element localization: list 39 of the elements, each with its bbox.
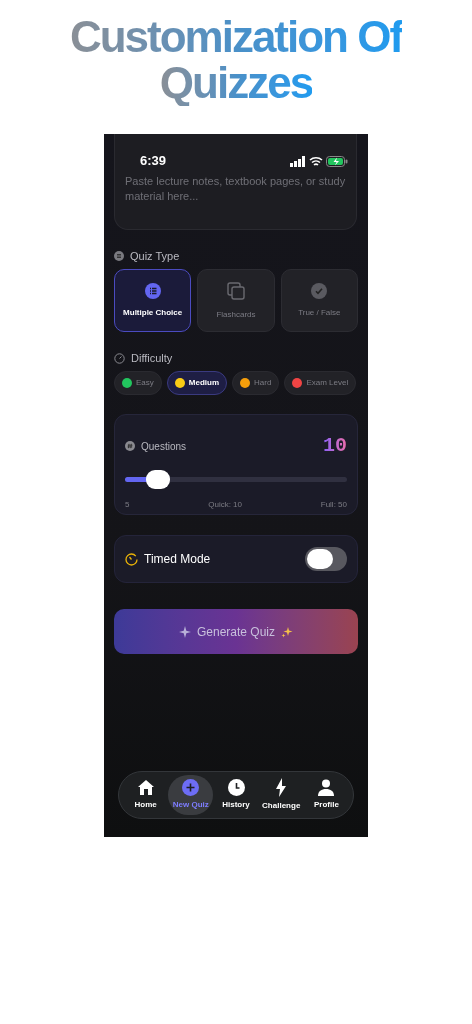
scale-label: Full: 50 (320, 499, 347, 512)
plus-icon (182, 779, 200, 797)
checkmark-icon (311, 282, 328, 299)
slider-thumb[interactable] (146, 470, 171, 490)
tab-bar-item[interactable]: New Quiz (168, 775, 214, 816)
tab-bar-item[interactable]: Challenge (258, 775, 304, 816)
status-time: 6:39 (140, 152, 167, 171)
difficulty-chip[interactable]: Medium (166, 371, 228, 396)
cards-icon (226, 280, 246, 301)
list-icon (144, 282, 161, 299)
section-label: Difficulty (131, 351, 173, 367)
difficulty-chip[interactable]: Exam Level (284, 371, 357, 396)
timer-icon (125, 552, 138, 566)
timed-mode-label: Timed Mode (144, 551, 211, 569)
list-icon (114, 251, 124, 262)
tab-bar-item[interactable]: History (213, 775, 259, 816)
scale-label: 5 (125, 499, 130, 512)
sparkle-icon (178, 625, 191, 638)
tab-bar-item[interactable]: Profile (303, 775, 349, 816)
quiz-type-option[interactable]: True / False (280, 269, 358, 333)
hash-icon (125, 441, 135, 452)
quiz-type-option[interactable]: Flashcards (197, 269, 275, 333)
scale-label: Quick: 10 (208, 499, 242, 512)
difficulty-chip[interactable]: Hard (232, 371, 280, 396)
difficulty-chip[interactable]: Easy (114, 371, 162, 396)
quiz-type-option[interactable]: Multiple Choice (114, 269, 192, 333)
questions-label: Questions (141, 439, 187, 454)
signal-icon (290, 155, 306, 167)
battery-icon (326, 155, 348, 167)
generate-quiz-button[interactable]: Generate Quiz (114, 609, 358, 655)
clock-icon (227, 779, 245, 797)
section-label: Quiz Type (130, 249, 180, 265)
toggle-switch[interactable] (305, 547, 347, 572)
wifi-icon (309, 155, 323, 167)
person-icon (318, 779, 335, 797)
tab-bar-item[interactable]: Home (123, 775, 169, 816)
home-icon (136, 779, 155, 797)
lightning-icon (275, 778, 288, 798)
gauge-icon (114, 352, 125, 364)
